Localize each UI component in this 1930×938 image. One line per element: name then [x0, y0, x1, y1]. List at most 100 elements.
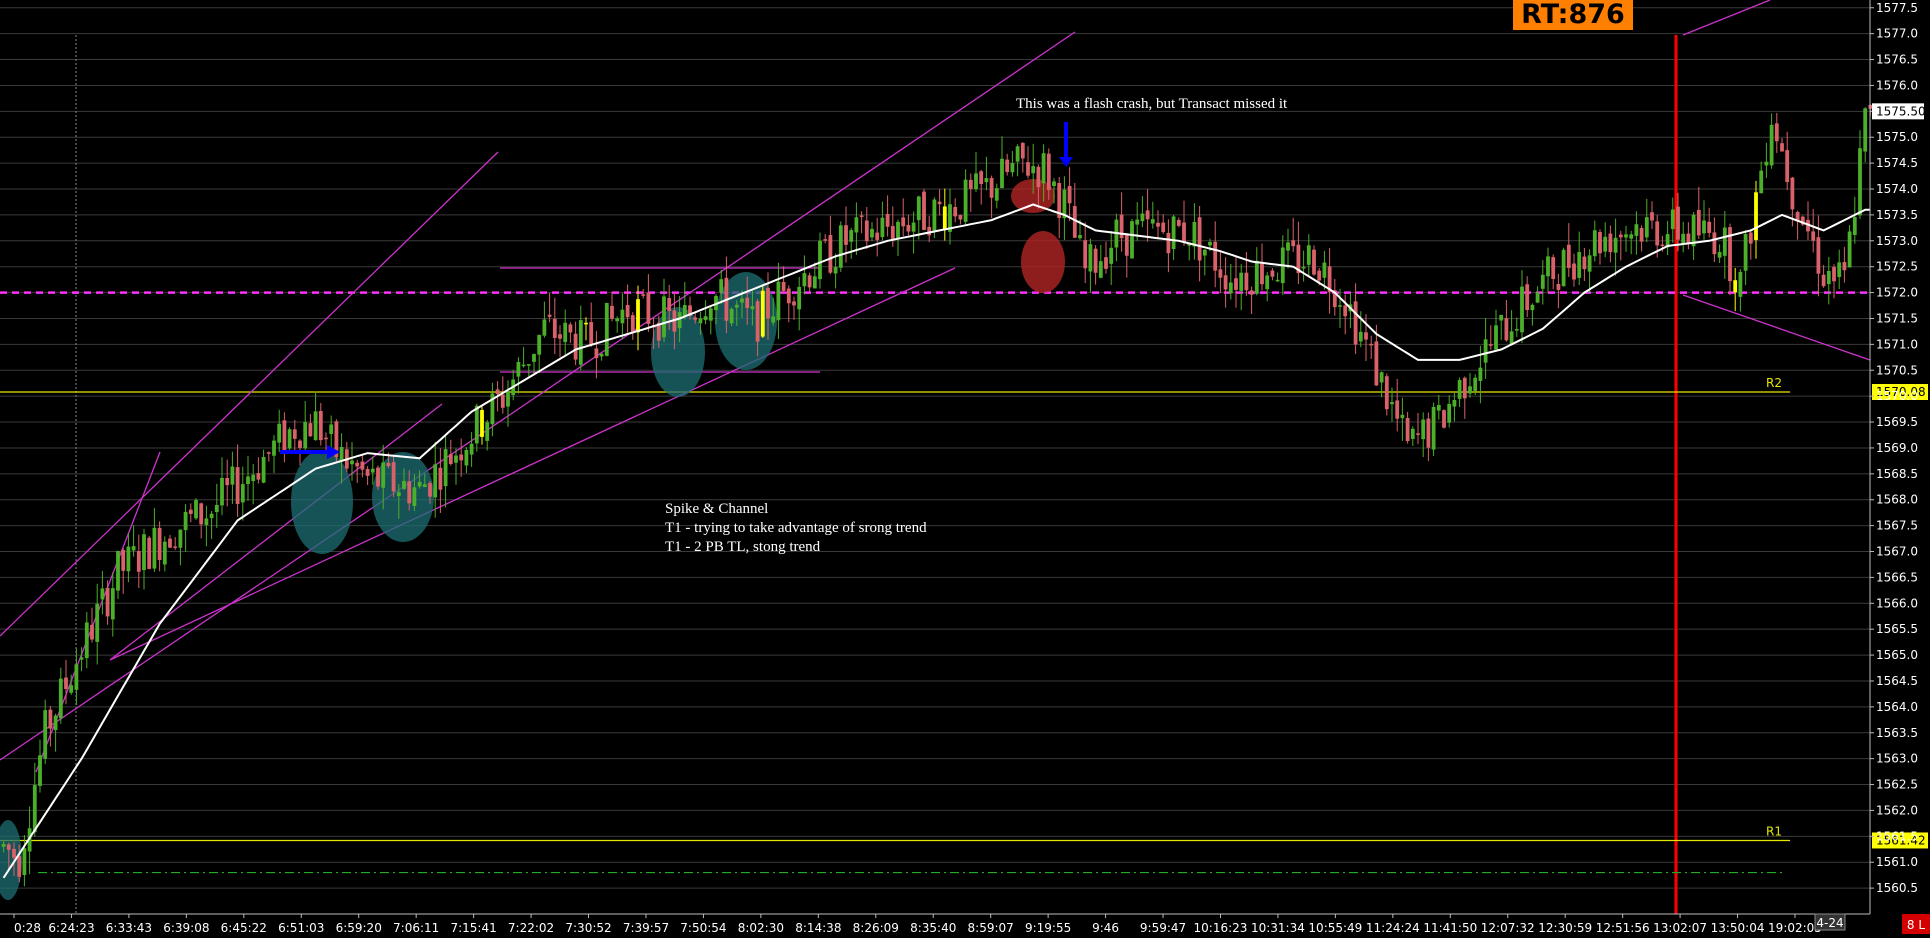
- candle-body: [771, 316, 776, 323]
- annotation-t1-pb-tl: T1 - 2 PB TL, stong trend: [665, 539, 821, 555]
- annotation-spike-channel-title: Spike & Channel: [665, 501, 768, 517]
- candle-body: [1228, 282, 1233, 294]
- x-tick-label: 0:28: [14, 921, 41, 935]
- candle-body: [1046, 153, 1051, 190]
- rt-badge: RT:876: [1513, 0, 1633, 30]
- candle-body: [1681, 233, 1686, 244]
- price-chart[interactable]: R21570.08R11561.42 This was a flash cras…: [0, 0, 1930, 938]
- annotation-flash-crash: This was a flash crash, but Transact mis…: [1016, 96, 1288, 112]
- candle-body: [568, 324, 573, 333]
- candle-body: [38, 755, 42, 786]
- candle-body: [932, 199, 937, 231]
- candle-body: [1036, 166, 1041, 188]
- y-tick-label: 1577.5: [1876, 1, 1918, 15]
- candle-body: [1847, 231, 1852, 268]
- candle-body: [615, 318, 620, 322]
- candle-body: [381, 462, 386, 488]
- candle-body: [516, 361, 521, 377]
- x-tick-label: 10:31:34: [1251, 921, 1305, 935]
- candle-body: [922, 191, 926, 230]
- candle-body: [1374, 341, 1379, 386]
- candle-body: [1343, 305, 1348, 317]
- candle-body: [1239, 272, 1244, 291]
- candle-body: [984, 178, 989, 183]
- page-indicator[interactable]: 4-24: [1814, 913, 1846, 931]
- y-tick-label: 1570.5: [1876, 363, 1918, 377]
- candle-body: [812, 276, 817, 289]
- price-axis[interactable]: 1560.5 1561.0 1561.5 1562.0 1562.5 1563.0 1563…: [1869, 0, 1926, 914]
- y-tick-label: 1573.5: [1876, 208, 1918, 222]
- candle-body: [1020, 142, 1025, 159]
- x-tick-label: 8:26:09: [853, 921, 899, 935]
- candle-body: [48, 709, 53, 729]
- y-tick-label: 1573.0: [1876, 234, 1918, 248]
- candle-body: [1759, 170, 1764, 194]
- time-axis[interactable]: 0:28 6:24:23 6:33:43 6:39:08 6:45:22 6:51:03 6…: [0, 913, 1870, 935]
- candle-body: [287, 429, 292, 449]
- candle-body: [126, 546, 131, 572]
- y-tick-label: 1574.0: [1876, 182, 1918, 196]
- candle-body: [937, 201, 942, 205]
- candle-body: [365, 469, 370, 476]
- candle-body: [313, 411, 318, 441]
- candle-body: [58, 678, 63, 719]
- candle-body: [1078, 235, 1082, 239]
- candle-body: [74, 664, 79, 690]
- x-tick-label: 12:07:32: [1481, 921, 1535, 935]
- candle-body: [230, 466, 235, 485]
- candle-body: [1561, 249, 1566, 287]
- candle-body: [360, 461, 365, 470]
- candle-body: [1322, 262, 1327, 278]
- candle-body: [199, 503, 204, 525]
- candle-body: [168, 538, 172, 548]
- candle-body: [1093, 248, 1098, 273]
- candle-body: [760, 290, 765, 337]
- corner-badge-label: 8 L: [1907, 918, 1925, 932]
- candle-body: [1192, 222, 1197, 247]
- candle-body: [1780, 143, 1784, 152]
- candle-body: [1218, 269, 1223, 278]
- candle-body: [1416, 433, 1420, 435]
- candle-body: [1306, 245, 1311, 265]
- candle-body: [641, 294, 646, 296]
- y-tick-label: 1571.0: [1876, 337, 1918, 351]
- candle-body: [500, 394, 505, 408]
- candle-body: [901, 217, 906, 227]
- candle-body: [1832, 267, 1836, 282]
- moving-average-line: [2, 203, 1871, 879]
- candle-body: [1462, 377, 1467, 399]
- candle-body: [1577, 252, 1582, 278]
- candle-body: [989, 177, 994, 198]
- candle-body: [818, 240, 822, 280]
- candle-body: [885, 214, 890, 227]
- annotation-arrows: [280, 122, 1073, 459]
- candle-body: [558, 334, 562, 339]
- candle-body: [1244, 272, 1249, 291]
- y-tick-label: 1574.5: [1876, 156, 1918, 170]
- candle-body: [1691, 214, 1696, 247]
- candle-body: [448, 454, 453, 465]
- candle-body: [1613, 237, 1618, 253]
- x-tick-label: 6:51:03: [278, 921, 324, 935]
- candle-body: [162, 541, 167, 565]
- candle-body: [1176, 219, 1181, 226]
- y-tick-label: 1560.5: [1876, 881, 1918, 895]
- candle-body: [1270, 270, 1275, 277]
- candle-body: [428, 483, 432, 497]
- x-tick-label: 7:30:52: [565, 921, 611, 935]
- candle-body: [1743, 234, 1748, 271]
- candle-body: [292, 429, 297, 439]
- candle-body: [667, 298, 672, 312]
- candle-body: [584, 322, 588, 325]
- candle-body: [620, 309, 625, 324]
- y-tick-label: 1561.0: [1876, 855, 1918, 869]
- y-tick-label: 1564.5: [1876, 674, 1918, 688]
- candle-body: [1488, 344, 1493, 346]
- candle-body: [1379, 372, 1384, 383]
- candle-body: [1863, 108, 1868, 152]
- candle-body: [147, 537, 152, 569]
- candle-body: [407, 481, 412, 504]
- candle-body: [459, 454, 464, 461]
- candle-body: [277, 423, 282, 443]
- candle-body: [1468, 386, 1472, 394]
